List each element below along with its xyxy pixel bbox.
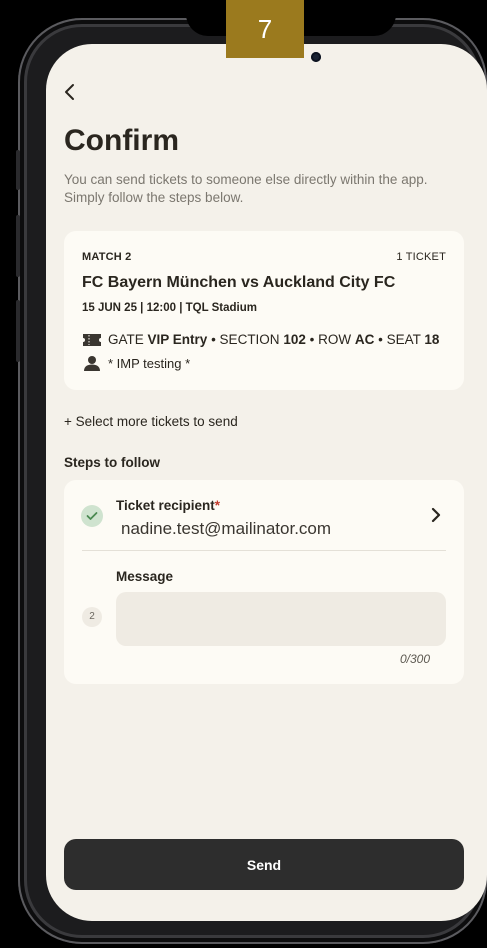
- phone-side-button: [16, 150, 20, 190]
- phone-side-button: [16, 215, 20, 277]
- ticket-recipient-label: Ticket recipient*: [116, 498, 220, 513]
- ticket-holder-name: * IMP testing *: [108, 355, 191, 371]
- page-subtitle: You can send tickets to someone else dir…: [64, 172, 428, 205]
- row-value: AC: [354, 332, 375, 347]
- front-camera: [311, 52, 321, 62]
- message-input[interactable]: [116, 592, 446, 646]
- page-title: Confirm: [64, 124, 179, 157]
- check-icon: [86, 512, 98, 520]
- seat-prefix: • SEAT: [378, 332, 421, 347]
- ticket-holder: * IMP testing *: [82, 355, 190, 371]
- back-arrow-icon[interactable]: [62, 80, 78, 104]
- send-button[interactable]: Send: [64, 839, 464, 890]
- person-icon: [84, 356, 100, 371]
- gate-value: VIP Entry: [147, 332, 208, 347]
- row-prefix: • ROW: [309, 332, 352, 347]
- ticket-count: 1 TICKET: [396, 251, 446, 263]
- seat-details: GATE VIP Entry • SECTION 102 • ROW AC • …: [82, 332, 439, 347]
- step-number-badge: 7: [226, 0, 304, 58]
- step-complete-indicator: [81, 505, 103, 527]
- ticket-icon: [83, 333, 101, 346]
- section-prefix: • SECTION: [211, 332, 280, 347]
- ticket-recipient-email[interactable]: nadine.test@mailinator.com: [121, 519, 331, 539]
- ticket-recipient-label-text: Ticket recipient: [116, 498, 215, 513]
- select-more-tickets-link[interactable]: + Select more tickets to send: [64, 414, 238, 429]
- message-label: Message: [116, 569, 174, 584]
- seat-value: 18: [424, 332, 440, 347]
- match-title: FC Bayern München vs Auckland City FC: [82, 274, 396, 291]
- steps-heading: Steps to follow: [64, 455, 160, 470]
- steps-card: Ticket recipient* nadine.test@mailinator…: [64, 480, 464, 684]
- section-value: 102: [283, 332, 306, 347]
- match-label: MATCH 2: [82, 251, 132, 263]
- gate-prefix: GATE: [108, 332, 144, 347]
- match-info: 15 JUN 25 | 12:00 | TQL Stadium: [82, 302, 257, 314]
- required-marker: *: [214, 498, 221, 513]
- step-number-2: 2: [82, 607, 102, 627]
- chevron-right-icon[interactable]: [430, 506, 442, 524]
- ticket-card: MATCH 2 1 TICKET FC Bayern München vs Au…: [64, 231, 464, 390]
- step-divider: [82, 550, 446, 551]
- message-char-count: 0/300: [399, 652, 430, 666]
- phone-side-button: [16, 300, 20, 362]
